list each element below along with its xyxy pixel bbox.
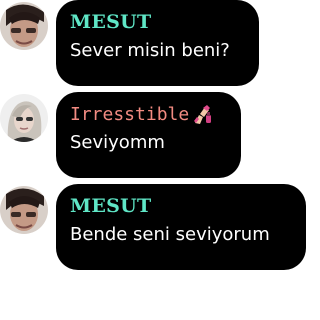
nail-polish-icon <box>191 103 213 125</box>
male-profile-avatar-icon[interactable] <box>0 2 48 50</box>
message-bubble[interactable]: MESUT Sever misin beni? <box>56 0 259 86</box>
sender-name: Irresstible <box>70 101 227 127</box>
male-profile-avatar-icon[interactable] <box>0 186 48 234</box>
sender-name: MESUT <box>70 195 152 217</box>
message-bubble[interactable]: MESUT Bende seni seviyorum <box>56 184 306 270</box>
message-text: Bende seni seviyorum <box>70 224 270 245</box>
message-row: MESUT Sever misin beni? <box>0 0 306 90</box>
female-profile-avatar-icon[interactable] <box>0 94 48 142</box>
message-text: Sever misin beni? <box>70 40 230 61</box>
message-bubble[interactable]: Irresstible Seviyomm <box>56 92 241 178</box>
sender-name: MESUT <box>70 11 152 33</box>
message-row: Irresstible Seviyomm <box>0 92 306 182</box>
message-text: Seviyomm <box>70 132 165 153</box>
message-row: MESUT Bende seni seviyorum <box>0 184 306 274</box>
